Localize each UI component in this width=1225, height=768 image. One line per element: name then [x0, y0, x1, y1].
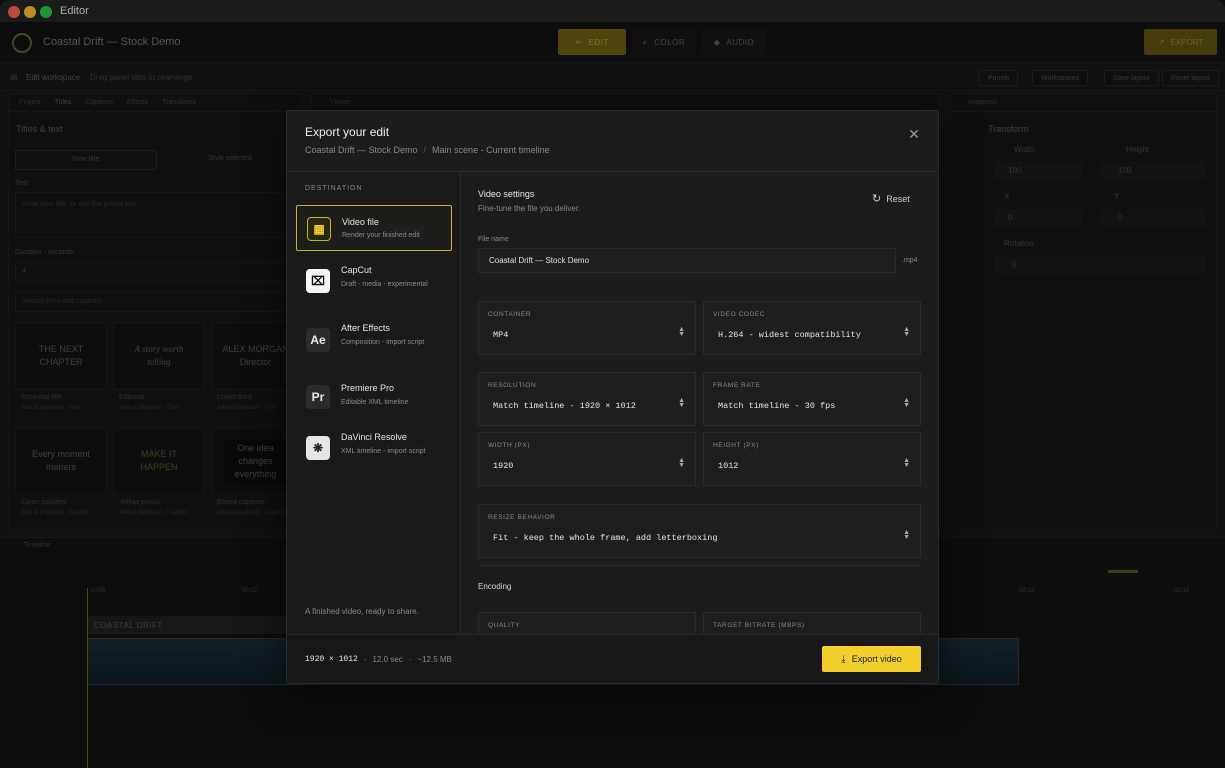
destination-davinci-resolve[interactable]: ❋ DaVinci Resolve XML timeline - import … — [296, 426, 452, 476]
video-codec-select[interactable]: VIDEO CODEC H.264 - widest compatibility… — [703, 301, 921, 355]
select-chevron-icon: ▲ ▼ — [903, 397, 910, 409]
download-icon: ⤓ — [841, 653, 846, 665]
target-bitrate-input[interactable]: TARGET BITRATE (MBPS) — [703, 612, 921, 634]
dialog-title: Export your edit — [305, 125, 390, 139]
davinci-resolve-icon: ❋ — [306, 436, 330, 460]
container-select[interactable]: CONTAINER MP4 ▲ ▼ — [478, 301, 696, 355]
height-stepper[interactable]: HEIGHT (PX) 1012 ▲ ▼ — [703, 432, 921, 486]
dialog-breadcrumb: Coastal Drift — Stock Demo / Main scene … — [305, 145, 550, 155]
export-video-button[interactable]: ⤓ Export video — [822, 646, 921, 672]
destination-capcut[interactable]: ⌧ CapCut Draft - media - experimental — [296, 259, 452, 309]
select-chevron-icon: ▲ ▼ — [903, 529, 910, 541]
frame-rate-select[interactable]: FRAME RATE Match timeline - 30 fps ▲ ▼ — [703, 372, 921, 426]
export-summary: 1920 × 1012 · 12.0 sec · ~12.5 MB — [305, 655, 452, 664]
resize-behavior-select[interactable]: RESIZE BEHAVIOR Fit - keep the whole fra… — [478, 504, 921, 558]
file-name-input[interactable] — [478, 248, 896, 273]
destination-premiere-pro[interactable]: Pr Premiere Pro Editable XML timeline — [296, 375, 452, 419]
file-name-label: File name — [478, 236, 509, 243]
stepper-chevron-icon: ▲ ▼ — [903, 457, 910, 469]
encoding-heading: Encoding — [478, 582, 512, 591]
reset-icon: ↻ — [872, 193, 882, 205]
reset-button[interactable]: ↻ Reset — [872, 192, 910, 205]
select-chevron-icon: ▲ ▼ — [678, 326, 685, 338]
after-effects-icon: Ae — [306, 328, 330, 352]
quality-select[interactable]: QUALITY — [478, 612, 696, 634]
resolution-select[interactable]: RESOLUTION Match timeline - 1920 × 1012 … — [478, 372, 696, 426]
select-chevron-icon: ▲ ▼ — [678, 397, 685, 409]
width-stepper[interactable]: WIDTH (PX) 1920 ▲ ▼ — [478, 432, 696, 486]
settings-title: Video settings — [478, 189, 535, 199]
stepper-chevron-icon: ▲ ▼ — [678, 457, 685, 469]
settings-subtitle: Fine-tune the file you deliver. — [478, 204, 581, 213]
destination-after-effects[interactable]: Ae After Effects Composition - import sc… — [296, 317, 452, 367]
destination-video-file[interactable]: ▦ Video file Render your finished edit — [296, 205, 452, 251]
capcut-icon: ⌧ — [306, 269, 330, 293]
destination-list: DESTINATION ▦ Video file Render your fin… — [287, 172, 461, 634]
app-window: Editor Coastal Drift — Stock Demo ✂ EDIT … — [0, 0, 1225, 768]
film-icon: ▦ — [307, 217, 331, 241]
destination-footer: A finished video, ready to share. — [305, 607, 419, 616]
file-extension: .mp4 — [902, 257, 918, 264]
close-icon[interactable]: ✕ — [907, 127, 921, 141]
dialog-footer: 1920 × 1012 · 12.0 sec · ~12.5 MB ⤓ Expo… — [287, 634, 938, 683]
video-settings: Video settings Fine-tune the file you de… — [462, 172, 938, 634]
export-dialog: Export your edit Coastal Drift — Stock D… — [286, 110, 939, 684]
destination-header: DESTINATION — [305, 185, 363, 192]
divider — [478, 565, 921, 566]
premiere-pro-icon: Pr — [306, 385, 330, 409]
select-chevron-icon: ▲ ▼ — [903, 326, 910, 338]
